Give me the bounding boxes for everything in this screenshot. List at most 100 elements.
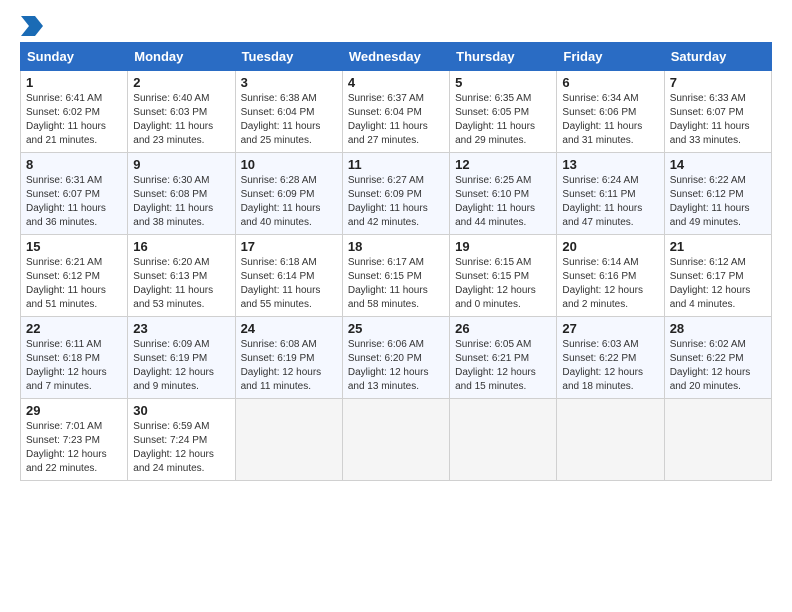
calendar-cell: 2 Sunrise: 6:40 AM Sunset: 6:03 PM Daylig… xyxy=(128,71,235,153)
day-detail: Sunrise: 6:14 AM Sunset: 6:16 PM Dayligh… xyxy=(562,256,658,312)
calendar-cell: 1 Sunrise: 6:41 AM Sunset: 6:02 PM Daylig… xyxy=(21,71,128,153)
day-detail: Sunrise: 6:18 AM Sunset: 6:14 PM Dayligh… xyxy=(241,256,337,312)
day-detail: Sunrise: 6:20 AM Sunset: 6:13 PM Dayligh… xyxy=(133,256,229,312)
calendar-cell: 9 Sunrise: 6:30 AM Sunset: 6:08 PM Daylig… xyxy=(128,153,235,235)
logo xyxy=(20,16,43,36)
calendar-cell: 17 Sunrise: 6:18 AM Sunset: 6:14 PM Dayli… xyxy=(235,235,342,317)
day-detail: Sunrise: 6:24 AM Sunset: 6:11 PM Dayligh… xyxy=(562,174,658,230)
calendar-week-row: 15 Sunrise: 6:21 AM Sunset: 6:12 PM Dayli… xyxy=(21,235,772,317)
day-number: 15 xyxy=(26,239,122,254)
day-detail: Sunrise: 7:01 AM Sunset: 7:23 PM Dayligh… xyxy=(26,420,122,476)
dow-header: Wednesday xyxy=(342,43,449,71)
calendar-cell: 15 Sunrise: 6:21 AM Sunset: 6:12 PM Dayli… xyxy=(21,235,128,317)
dow-header: Tuesday xyxy=(235,43,342,71)
day-number: 11 xyxy=(348,157,444,172)
day-number: 12 xyxy=(455,157,551,172)
day-detail: Sunrise: 6:35 AM Sunset: 6:05 PM Dayligh… xyxy=(455,92,551,148)
day-detail: Sunrise: 6:17 AM Sunset: 6:15 PM Dayligh… xyxy=(348,256,444,312)
calendar-cell xyxy=(664,399,771,481)
day-detail: Sunrise: 6:12 AM Sunset: 6:17 PM Dayligh… xyxy=(670,256,766,312)
day-detail: Sunrise: 6:27 AM Sunset: 6:09 PM Dayligh… xyxy=(348,174,444,230)
calendar-cell: 24Sunrise: 6:08 AM Sunset: 6:19 PM Dayli… xyxy=(235,317,342,399)
day-number: 7 xyxy=(670,75,766,90)
day-number: 1 xyxy=(26,75,122,90)
day-number: 18 xyxy=(348,239,444,254)
day-number: 23 xyxy=(133,321,229,336)
day-number: 16 xyxy=(133,239,229,254)
day-number: 17 xyxy=(241,239,337,254)
day-detail: Sunrise: 6:37 AM Sunset: 6:04 PM Dayligh… xyxy=(348,92,444,148)
day-detail: Sunrise: 6:59 AM Sunset: 7:24 PM Dayligh… xyxy=(133,420,229,476)
dow-header: Saturday xyxy=(664,43,771,71)
day-detail: Sunrise: 6:40 AM Sunset: 6:03 PM Dayligh… xyxy=(133,92,229,148)
calendar-cell: 6Sunrise: 6:34 AM Sunset: 6:06 PM Daylig… xyxy=(557,71,664,153)
calendar-cell: 10 Sunrise: 6:28 AM Sunset: 6:09 PM Dayli… xyxy=(235,153,342,235)
day-number: 6 xyxy=(562,75,658,90)
day-detail: Sunrise: 6:08 AM Sunset: 6:19 PM Dayligh… xyxy=(241,338,337,394)
day-number: 20 xyxy=(562,239,658,254)
day-number: 9 xyxy=(133,157,229,172)
day-number: 5 xyxy=(455,75,551,90)
day-detail: Sunrise: 6:30 AM Sunset: 6:08 PM Dayligh… xyxy=(133,174,229,230)
page-header xyxy=(20,16,772,36)
day-detail: Sunrise: 6:25 AM Sunset: 6:10 PM Dayligh… xyxy=(455,174,551,230)
calendar-body: 1 Sunrise: 6:41 AM Sunset: 6:02 PM Daylig… xyxy=(21,71,772,481)
calendar-cell: 21 Sunrise: 6:12 AM Sunset: 6:17 PM Dayli… xyxy=(664,235,771,317)
calendar-week-row: 22Sunrise: 6:11 AM Sunset: 6:18 PM Dayli… xyxy=(21,317,772,399)
day-detail: Sunrise: 6:06 AM Sunset: 6:20 PM Dayligh… xyxy=(348,338,444,394)
calendar-week-row: 29 Sunrise: 7:01 AM Sunset: 7:23 PM Dayli… xyxy=(21,399,772,481)
day-detail: Sunrise: 6:11 AM Sunset: 6:18 PM Dayligh… xyxy=(26,338,122,394)
calendar-week-row: 8 Sunrise: 6:31 AM Sunset: 6:07 PM Daylig… xyxy=(21,153,772,235)
day-number: 19 xyxy=(455,239,551,254)
calendar-cell: 19Sunrise: 6:15 AM Sunset: 6:15 PM Dayli… xyxy=(450,235,557,317)
day-number: 10 xyxy=(241,157,337,172)
calendar-cell xyxy=(557,399,664,481)
calendar-cell: 26Sunrise: 6:05 AM Sunset: 6:21 PM Dayli… xyxy=(450,317,557,399)
calendar-cell: 14Sunrise: 6:22 AM Sunset: 6:12 PM Dayli… xyxy=(664,153,771,235)
day-number: 27 xyxy=(562,321,658,336)
day-detail: Sunrise: 6:09 AM Sunset: 6:19 PM Dayligh… xyxy=(133,338,229,394)
day-number: 2 xyxy=(133,75,229,90)
dow-header: Monday xyxy=(128,43,235,71)
calendar-cell: 23 Sunrise: 6:09 AM Sunset: 6:19 PM Dayli… xyxy=(128,317,235,399)
day-number: 21 xyxy=(670,239,766,254)
day-detail: Sunrise: 6:31 AM Sunset: 6:07 PM Dayligh… xyxy=(26,174,122,230)
calendar-cell: 30 Sunrise: 6:59 AM Sunset: 7:24 PM Dayli… xyxy=(128,399,235,481)
calendar-week-row: 1 Sunrise: 6:41 AM Sunset: 6:02 PM Daylig… xyxy=(21,71,772,153)
calendar-cell: 22Sunrise: 6:11 AM Sunset: 6:18 PM Dayli… xyxy=(21,317,128,399)
day-number: 8 xyxy=(26,157,122,172)
calendar-cell: 3Sunrise: 6:38 AM Sunset: 6:04 PM Daylig… xyxy=(235,71,342,153)
days-of-week-row: SundayMondayTuesdayWednesdayThursdayFrid… xyxy=(21,43,772,71)
dow-header: Thursday xyxy=(450,43,557,71)
calendar-cell xyxy=(450,399,557,481)
calendar-cell: 8 Sunrise: 6:31 AM Sunset: 6:07 PM Daylig… xyxy=(21,153,128,235)
calendar-cell xyxy=(235,399,342,481)
day-number: 30 xyxy=(133,403,229,418)
day-detail: Sunrise: 6:02 AM Sunset: 6:22 PM Dayligh… xyxy=(670,338,766,394)
day-number: 4 xyxy=(348,75,444,90)
day-detail: Sunrise: 6:21 AM Sunset: 6:12 PM Dayligh… xyxy=(26,256,122,312)
calendar-cell: 20 Sunrise: 6:14 AM Sunset: 6:16 PM Dayli… xyxy=(557,235,664,317)
day-detail: Sunrise: 6:28 AM Sunset: 6:09 PM Dayligh… xyxy=(241,174,337,230)
day-number: 25 xyxy=(348,321,444,336)
calendar-cell xyxy=(342,399,449,481)
calendar-cell: 18 Sunrise: 6:17 AM Sunset: 6:15 PM Dayli… xyxy=(342,235,449,317)
dow-header: Sunday xyxy=(21,43,128,71)
calendar-cell: 25 Sunrise: 6:06 AM Sunset: 6:20 PM Dayli… xyxy=(342,317,449,399)
day-detail: Sunrise: 6:03 AM Sunset: 6:22 PM Dayligh… xyxy=(562,338,658,394)
day-detail: Sunrise: 6:05 AM Sunset: 6:21 PM Dayligh… xyxy=(455,338,551,394)
day-number: 28 xyxy=(670,321,766,336)
day-number: 29 xyxy=(26,403,122,418)
day-detail: Sunrise: 6:41 AM Sunset: 6:02 PM Dayligh… xyxy=(26,92,122,148)
calendar-cell: 4 Sunrise: 6:37 AM Sunset: 6:04 PM Daylig… xyxy=(342,71,449,153)
logo-arrow-icon xyxy=(21,16,43,36)
calendar-cell: 27 Sunrise: 6:03 AM Sunset: 6:22 PM Dayli… xyxy=(557,317,664,399)
calendar-cell: 5 Sunrise: 6:35 AM Sunset: 6:05 PM Daylig… xyxy=(450,71,557,153)
day-number: 13 xyxy=(562,157,658,172)
calendar-cell: 12 Sunrise: 6:25 AM Sunset: 6:10 PM Dayli… xyxy=(450,153,557,235)
calendar-table: SundayMondayTuesdayWednesdayThursdayFrid… xyxy=(20,42,772,481)
dow-header: Friday xyxy=(557,43,664,71)
day-detail: Sunrise: 6:22 AM Sunset: 6:12 PM Dayligh… xyxy=(670,174,766,230)
calendar-cell: 28 Sunrise: 6:02 AM Sunset: 6:22 PM Dayli… xyxy=(664,317,771,399)
calendar-cell: 13 Sunrise: 6:24 AM Sunset: 6:11 PM Dayli… xyxy=(557,153,664,235)
